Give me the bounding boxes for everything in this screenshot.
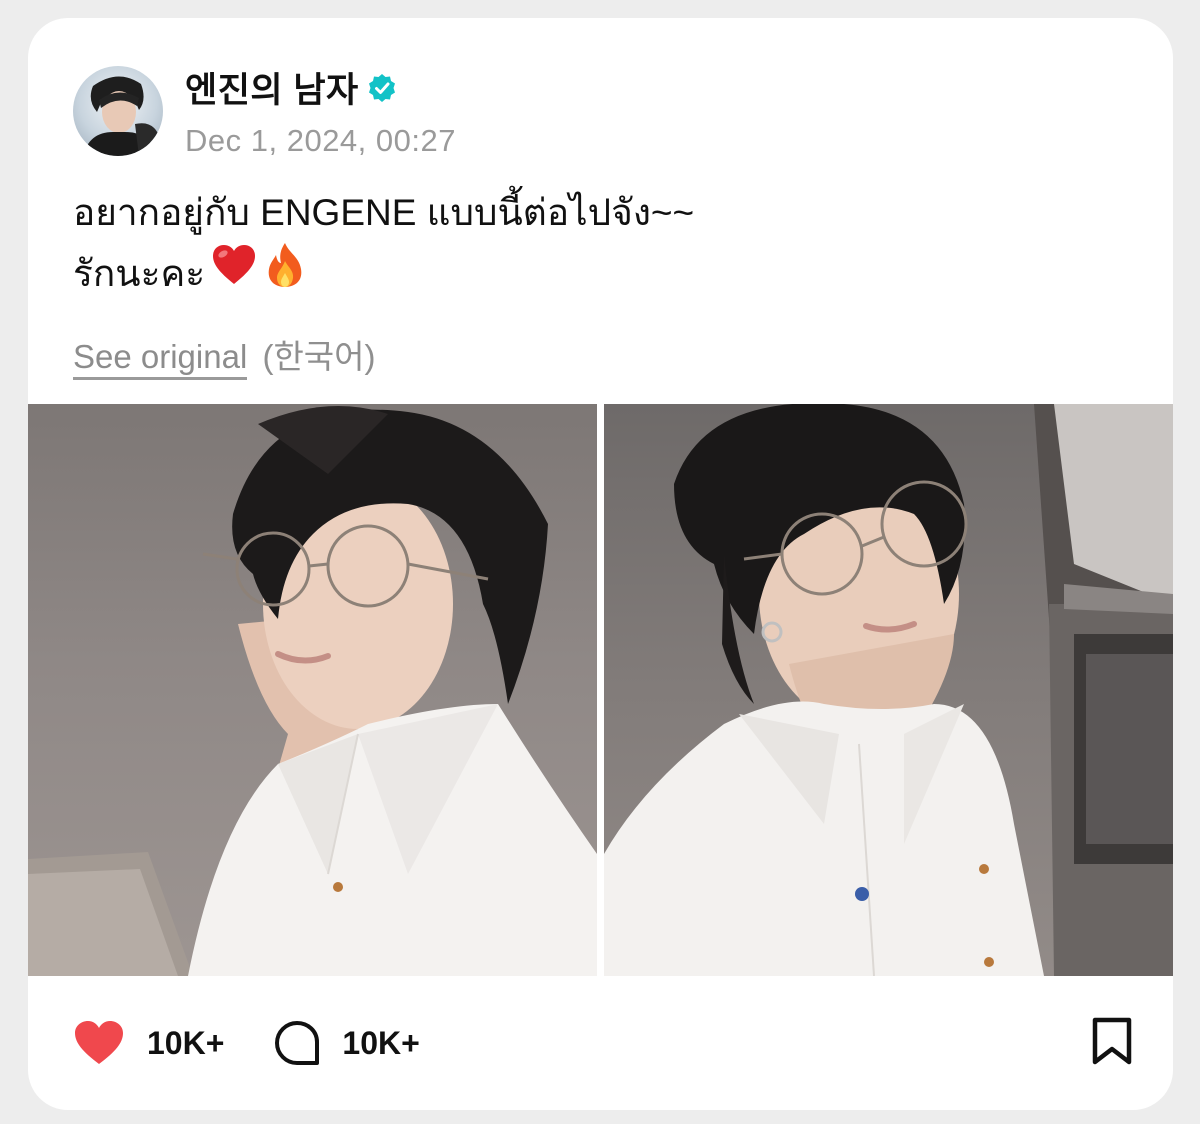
selfie-photo-1 xyxy=(28,406,597,976)
comment-bubble-icon[interactable] xyxy=(274,1020,320,1066)
verified-badge-icon xyxy=(368,73,395,102)
like-action[interactable]: 10K+ xyxy=(73,1020,224,1066)
photo-1[interactable] xyxy=(28,404,597,976)
like-count: 10K+ xyxy=(147,1024,225,1061)
photo-gallery xyxy=(28,404,1173,976)
post-text: อยากอยู่กับ ENGENE แบบนี้ต่อไปจัง~~ รักน… xyxy=(73,184,1133,305)
heart-emoji-icon xyxy=(211,244,257,302)
bookmark-icon xyxy=(1092,1017,1132,1065)
comment-action[interactable]: 10K+ xyxy=(274,1020,420,1066)
author-name[interactable]: 엔진의 남자 xyxy=(185,62,359,113)
post-meta: 엔진의 남자 Dec 1, 2024, 00:27 xyxy=(185,62,456,159)
selfie-photo-2 xyxy=(604,404,1173,976)
post-text-content-2: รักนะคะ xyxy=(73,252,206,294)
post-text-line-1: อยากอยู่กับ ENGENE แบบนี้ต่อไปจัง~~ xyxy=(73,184,1133,241)
post-date: Dec 1, 2024, 00:27 xyxy=(185,123,456,158)
comment-count: 10K+ xyxy=(342,1024,420,1061)
action-bar: 10K+ 10K+ xyxy=(73,1013,1133,1073)
original-language: (한국어) xyxy=(262,338,376,375)
photo-2[interactable] xyxy=(604,404,1173,976)
bookmark-button[interactable] xyxy=(1091,1017,1133,1070)
heart-icon[interactable] xyxy=(73,1020,125,1066)
post-text-content-1: อยากอยู่กับ ENGENE แบบนี้ต่อไปจัง~~ xyxy=(73,192,695,233)
see-original-link[interactable]: See original xyxy=(73,338,248,380)
fire-emoji-icon xyxy=(263,241,307,305)
author-name-row: 엔진의 남자 xyxy=(185,62,456,113)
post-text-line-2: รักนะคะ xyxy=(73,241,1133,305)
post-header: 엔진의 남자 Dec 1, 2024, 00:27 xyxy=(73,62,456,159)
post-card: 엔진의 남자 Dec 1, 2024, 00:27 อยากอยู่กับ EN… xyxy=(28,18,1173,1110)
author-avatar[interactable] xyxy=(73,65,163,156)
translation-row: See original (한국어) xyxy=(73,330,376,380)
avatar-photo xyxy=(83,75,159,156)
